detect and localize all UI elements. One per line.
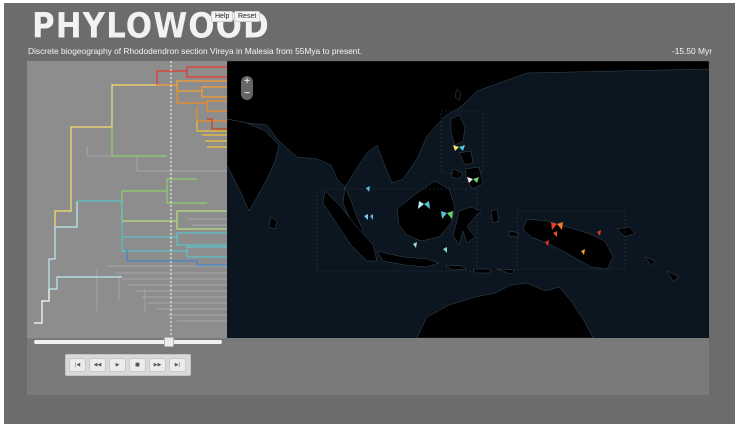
time-readout: -15.50 Myr (671, 46, 712, 56)
phylogeny-tree (34, 61, 227, 338)
timeline-slider-handle[interactable] (164, 337, 175, 347)
help-button[interactable]: Help (211, 11, 234, 22)
step-forward-icon[interactable]: ▶▶ (149, 358, 166, 372)
minus-icon[interactable]: − (241, 88, 253, 100)
dataset-caption: Discrete biogeography of Rhododendron se… (28, 46, 363, 56)
stop-icon[interactable]: ■ (129, 358, 146, 372)
map-view[interactable] (227, 61, 709, 338)
plus-icon[interactable]: + (241, 76, 253, 88)
skip-last-icon[interactable]: ▶| (169, 358, 186, 372)
reset-button[interactable]: Reset (234, 11, 261, 22)
zoom-control: + − (241, 76, 253, 100)
step-back-icon[interactable]: ◀◀ (89, 358, 106, 372)
malesia-map (227, 61, 709, 338)
skip-first-icon[interactable]: |◀ (69, 358, 86, 372)
playback-controls: |◀ ◀◀ ▶ ■ ▶▶ ▶| (65, 354, 191, 376)
play-icon[interactable]: ▶ (109, 358, 126, 372)
timeline-slider[interactable] (34, 340, 222, 344)
phylogeny-panel[interactable] (27, 61, 227, 338)
